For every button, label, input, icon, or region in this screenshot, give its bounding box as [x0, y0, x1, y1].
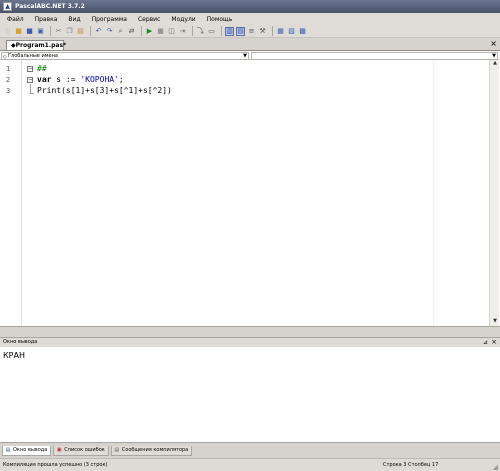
menu-help[interactable]: Помощь: [207, 16, 233, 23]
output-window-icon[interactable]: ▤: [236, 26, 245, 36]
code-token: ##: [37, 64, 47, 73]
toolbar-separator: [221, 26, 222, 36]
code-line: var s := 'КОРОНА';: [37, 75, 124, 84]
menu-modules[interactable]: Модули: [171, 16, 195, 23]
tab-output-window[interactable]: ▤ Окно вывода: [2, 445, 52, 456]
member-dropdown[interactable]: ▼: [251, 52, 498, 60]
replace-icon[interactable]: ⇄: [127, 27, 136, 36]
close-icon[interactable]: ×: [491, 338, 497, 347]
fold-guide: [30, 84, 31, 93]
scope-dropdown[interactable]: ◇ Глобальные имена ▼: [1, 52, 249, 60]
tab-program1[interactable]: ◆Program1.pas*: [6, 40, 67, 50]
chevron-down-icon: ▼: [243, 53, 247, 59]
output-panel-header: Окно вывода ⊿ ×: [0, 337, 500, 347]
tab-label: Список ошибок: [64, 446, 105, 453]
close-tab-icon[interactable]: ×: [490, 40, 497, 48]
toolbar-separator: [50, 26, 51, 36]
pin-icon[interactable]: ⊿: [483, 338, 488, 347]
compiler-messages-icon: ▤: [114, 447, 120, 453]
cursor-position: Строка 3 Столбец 17: [383, 462, 439, 468]
menu-service[interactable]: Сервис: [138, 16, 160, 23]
run-icon[interactable]: ▶: [145, 27, 154, 36]
navigation-selectors: ◇ Глобальные имена ▼ ▼: [0, 50, 500, 60]
line-number: 3: [6, 87, 11, 95]
toolbar-separator: [192, 26, 193, 36]
stop-icon[interactable]: ■: [156, 27, 165, 36]
output-window[interactable]: КРАН: [0, 347, 500, 443]
line-number: 1: [6, 65, 11, 73]
save-icon[interactable]: ■: [25, 27, 34, 36]
split-view-icon[interactable]: ▥: [225, 26, 234, 36]
redo-icon[interactable]: ↷: [105, 27, 114, 36]
toolbar-separator: [90, 26, 91, 36]
tab-compiler-messages[interactable]: ▤ Сообщения компилятора: [110, 445, 193, 456]
tab-label: Сообщения компилятора: [121, 446, 189, 453]
code-line: ##: [37, 64, 47, 73]
save-all-icon[interactable]: ▣: [36, 27, 45, 36]
toolbar: ▯ ■ ■ ▣ ✂ ❐ ▤ ↶ ↷ ⌕ ⇄ ▶ ■ ◫ ⇥ ⤵ ▭ ▥ ▤ ≡ …: [0, 25, 500, 38]
tools-icon[interactable]: ⚒: [258, 27, 267, 36]
right-margin-guide: [433, 60, 434, 326]
fold-guide-end: [30, 93, 34, 94]
resize-grip-icon[interactable]: ◢: [493, 461, 498, 471]
menu-program[interactable]: Программа: [92, 16, 127, 23]
fold-toggle-icon[interactable]: −: [27, 77, 33, 83]
settings-icon[interactable]: ▧: [287, 27, 296, 36]
compile-status: Компиляция прошла успешно (3 строк): [3, 462, 108, 468]
output-panel-title: Окно вывода: [3, 339, 38, 345]
code-token: 'КОРОНА': [80, 75, 119, 84]
scroll-up-icon[interactable]: ▲: [491, 60, 499, 68]
toolbar-separator: [272, 26, 273, 36]
bottom-panel-tabs: ▤ Окно вывода ▣ Список ошибок ▤ Сообщени…: [0, 444, 500, 457]
tab-label: Окно вывода: [13, 446, 48, 453]
paste-icon[interactable]: ▤: [76, 27, 85, 36]
menu-view[interactable]: Вид: [68, 16, 80, 23]
new-file-icon[interactable]: ▯: [3, 27, 12, 36]
open-icon[interactable]: ■: [14, 27, 23, 36]
code-token: s :=: [51, 75, 81, 84]
help-icon[interactable]: ▩: [298, 27, 307, 36]
fold-toggle-icon[interactable]: −: [27, 66, 33, 72]
undo-icon[interactable]: ↶: [94, 27, 103, 36]
output-text: КРАН: [3, 351, 25, 360]
code-token: var: [37, 75, 52, 84]
output-window-icon: ▤: [5, 447, 11, 453]
scroll-down-icon[interactable]: ▼: [491, 318, 499, 326]
code-token: ;: [118, 75, 124, 84]
toolbar-separator: [141, 26, 142, 36]
scope-label: Глобальные имена: [8, 53, 58, 59]
menu-edit[interactable]: Правка: [35, 16, 58, 23]
cut-icon[interactable]: ✂: [54, 27, 63, 36]
document-tab-strip: ◆Program1.pas* ×: [0, 39, 500, 50]
status-bar: Компиляция прошла успешно (3 строк) Стро…: [0, 458, 500, 471]
chevron-down-icon: ▼: [492, 53, 496, 59]
title-bar: ▲ PascalABC.NET 3.7.2: [0, 0, 500, 13]
line-number-gutter: 1 2 3: [0, 60, 22, 326]
code-line: Print(s[1]+s[3]+s[^1]+s[^2]): [37, 86, 172, 95]
error-list-icon: ▣: [56, 447, 62, 453]
toggle-editor-icon[interactable]: ▭: [207, 27, 216, 36]
vertical-scrollbar[interactable]: ▲ ▼: [489, 60, 499, 326]
tab-error-list[interactable]: ▣ Список ошибок: [53, 445, 109, 456]
menu-file[interactable]: Файл: [7, 16, 24, 23]
app-icon: ▲: [3, 2, 12, 11]
window-title: PascalABC.NET 3.7.2: [15, 3, 85, 10]
debug-icon[interactable]: ◫: [167, 27, 176, 36]
module-icon[interactable]: ▦: [276, 27, 285, 36]
step-icon[interactable]: ⇥: [178, 27, 187, 36]
code-editor[interactable]: 1 2 3 − − ## var s := 'КОРОНА'; Print(s[…: [0, 60, 500, 327]
find-icon[interactable]: ⌕: [116, 27, 125, 36]
step-over-icon[interactable]: ⤵: [196, 27, 205, 36]
menu-bar: Файл Правка Вид Программа Сервис Модули …: [0, 13, 500, 25]
line-number: 2: [6, 76, 11, 84]
tab-label: ◆Program1.pas*: [11, 42, 67, 49]
copy-icon[interactable]: ❐: [65, 27, 74, 36]
format-icon[interactable]: ≡: [247, 27, 256, 36]
code-token: Print(s[1]+s[3]+s[^1]+s[^2]): [37, 86, 172, 95]
